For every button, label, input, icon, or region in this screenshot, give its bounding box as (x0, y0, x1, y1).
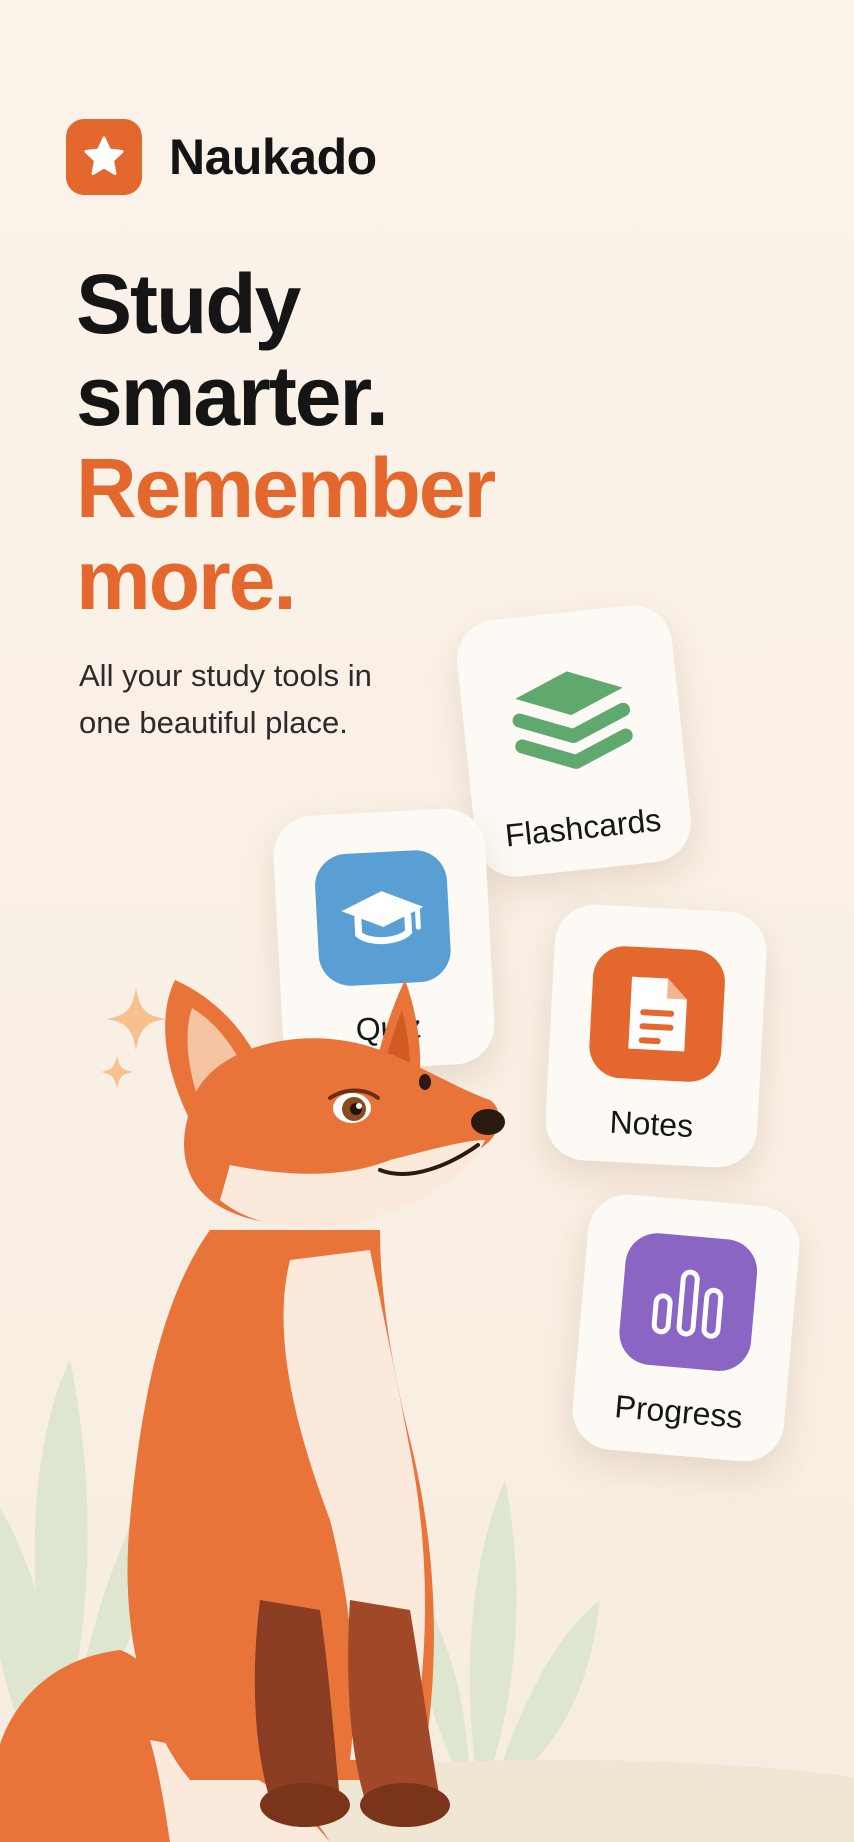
app-logo (66, 119, 142, 195)
document-icon (587, 944, 727, 1084)
tool-label-progress: Progress (613, 1388, 745, 1436)
tool-card-flashcards[interactable]: Flashcards (453, 601, 695, 881)
onboarding-screen: Naukado Study smarter. Remember more. Al… (0, 0, 854, 1842)
headline-line-1: Study (76, 257, 301, 351)
tool-label-flashcards: Flashcards (503, 801, 663, 854)
stacked-cards-icon (499, 646, 644, 791)
app-name: Naukado (169, 129, 377, 185)
bar-chart-icon (616, 1230, 760, 1374)
fox-mascot (0, 980, 505, 1842)
star-logo-icon (84, 136, 124, 175)
subtitle: All your study tools in one beautiful pl… (79, 658, 372, 740)
brand-header: Naukado (66, 119, 377, 195)
hero-headline: Study smarter. Remember more. (76, 257, 496, 627)
headline-line-3: Remember (76, 441, 496, 535)
tool-card-notes[interactable]: Notes (543, 902, 769, 1170)
tool-label-notes: Notes (608, 1103, 695, 1145)
tool-card-progress[interactable]: Progress (569, 1191, 803, 1465)
headline-line-4: more. (76, 533, 297, 627)
headline-line-2: smarter. (76, 349, 389, 443)
